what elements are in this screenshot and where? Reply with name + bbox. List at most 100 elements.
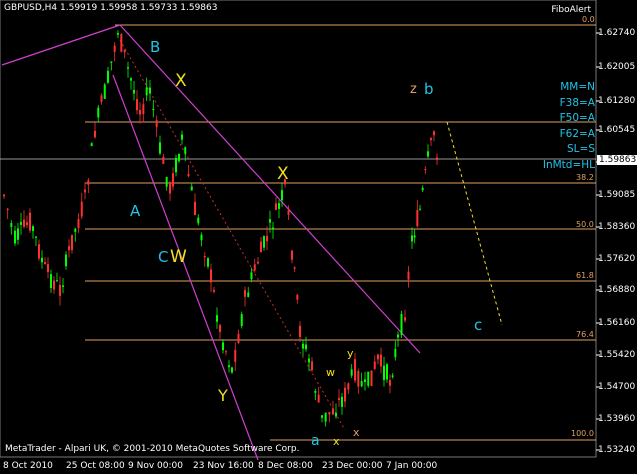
param-f62: F62=A bbox=[559, 127, 595, 140]
candle-body bbox=[302, 343, 304, 349]
candle-body bbox=[68, 246, 70, 251]
candle-body bbox=[427, 151, 429, 157]
candle-body bbox=[344, 387, 346, 402]
candle-body bbox=[80, 201, 83, 217]
candle-body bbox=[14, 230, 16, 244]
price-tick: 1.56160 bbox=[598, 318, 636, 328]
candle-body bbox=[335, 412, 337, 417]
wave-label-a: a bbox=[311, 433, 320, 449]
candle-body bbox=[219, 325, 221, 332]
candle-body bbox=[266, 236, 268, 242]
candle-body bbox=[247, 292, 250, 297]
candle-body bbox=[237, 333, 240, 344]
candle-body bbox=[59, 284, 61, 296]
candle-body bbox=[84, 189, 86, 193]
price-tick: 1.62740 bbox=[598, 28, 636, 38]
candle-body bbox=[377, 354, 379, 360]
time-tick: 8 Oct 2010 bbox=[3, 461, 53, 471]
candle-body bbox=[90, 143, 93, 147]
candle-body bbox=[433, 131, 435, 136]
candle-body bbox=[187, 174, 190, 177]
candle-body bbox=[120, 34, 123, 52]
wave-label-z: z bbox=[410, 82, 417, 97]
wave-label-x2: x bbox=[353, 426, 360, 439]
fib-label-100: 100.0 bbox=[571, 429, 594, 438]
fib-label-0: 0.0 bbox=[582, 15, 595, 24]
price-tick: 1.54700 bbox=[598, 382, 636, 392]
indicator-params: MM=N F38=A F50=A F62=A SL=S InMtd=HL bbox=[543, 80, 595, 173]
candle-body bbox=[145, 87, 148, 96]
candle-body bbox=[293, 267, 296, 269]
time-tick: 23 Nov 16:00 bbox=[193, 461, 254, 471]
candle-body bbox=[165, 176, 168, 187]
price-tick: 1.60545 bbox=[598, 125, 636, 135]
fib-label-618: 61.8 bbox=[576, 271, 594, 280]
candle-body bbox=[169, 183, 171, 194]
candle-body bbox=[32, 226, 34, 232]
candle-body bbox=[386, 364, 388, 380]
candle-body bbox=[172, 173, 174, 187]
candle-body bbox=[203, 256, 206, 258]
candle-body bbox=[110, 61, 113, 63]
candle-body bbox=[291, 250, 293, 260]
candle-body bbox=[127, 67, 129, 69]
wave-label-X1: X bbox=[175, 71, 187, 91]
candle-body bbox=[3, 194, 5, 197]
candle-body bbox=[213, 290, 215, 292]
candle-body bbox=[222, 342, 224, 351]
candle-body bbox=[190, 186, 193, 191]
wave-label-C: C bbox=[158, 248, 169, 266]
candle-body bbox=[367, 371, 370, 386]
candle-body bbox=[347, 383, 350, 390]
time-tick: 8 Dec 08:00 bbox=[258, 461, 313, 471]
candle-body bbox=[94, 130, 96, 138]
candle-body bbox=[263, 236, 265, 248]
candle-body bbox=[35, 236, 37, 238]
candle-body bbox=[228, 365, 230, 368]
candle-body bbox=[136, 99, 138, 111]
candle-body bbox=[269, 219, 271, 223]
candle-body bbox=[152, 108, 155, 111]
price-chart[interactable] bbox=[0, 0, 637, 474]
candle-body bbox=[250, 272, 253, 280]
candle-body bbox=[354, 359, 356, 381]
candle-body bbox=[117, 33, 119, 35]
candle-body bbox=[383, 365, 385, 380]
candle-body bbox=[142, 104, 145, 115]
param-inmtd: InMtd=HL bbox=[542, 158, 595, 171]
candle-body bbox=[100, 95, 103, 102]
candle-body bbox=[380, 354, 382, 367]
candle-body bbox=[216, 315, 218, 322]
candle-body bbox=[38, 244, 40, 259]
wave-label-Y: Y bbox=[218, 386, 228, 405]
candle-body bbox=[65, 254, 67, 267]
candle-body bbox=[197, 217, 200, 224]
candle-body bbox=[389, 380, 391, 386]
wave-label-b: b bbox=[424, 80, 434, 98]
time-tick: 23 Dec 00:00 bbox=[322, 461, 383, 471]
candle-body bbox=[149, 87, 151, 94]
param-f50: F50=A bbox=[559, 112, 595, 124]
candle-body bbox=[200, 234, 203, 241]
candle-body bbox=[87, 180, 90, 185]
current-price-tag: 1.59863 bbox=[597, 155, 637, 165]
candle-body bbox=[341, 396, 343, 407]
candle-body bbox=[397, 334, 399, 338]
candle-body bbox=[360, 381, 363, 387]
candle-body bbox=[225, 351, 227, 353]
candle-body bbox=[29, 212, 31, 231]
candle-body bbox=[181, 134, 183, 140]
copyright-text: MetaTrader - Alpari UK, © 2001-2010 Meta… bbox=[5, 444, 300, 454]
price-tick: 1.56880 bbox=[598, 285, 636, 295]
candle-body bbox=[350, 369, 353, 376]
candle-body bbox=[287, 210, 290, 215]
candle-body bbox=[324, 412, 327, 422]
candle-body bbox=[41, 257, 43, 263]
candle-body bbox=[308, 358, 310, 363]
candle-body bbox=[373, 361, 376, 369]
candle-body bbox=[332, 408, 334, 415]
candle-body bbox=[416, 209, 419, 227]
wave-label-w: w bbox=[326, 366, 335, 379]
candle-body bbox=[207, 258, 209, 267]
candle-body bbox=[436, 157, 438, 160]
